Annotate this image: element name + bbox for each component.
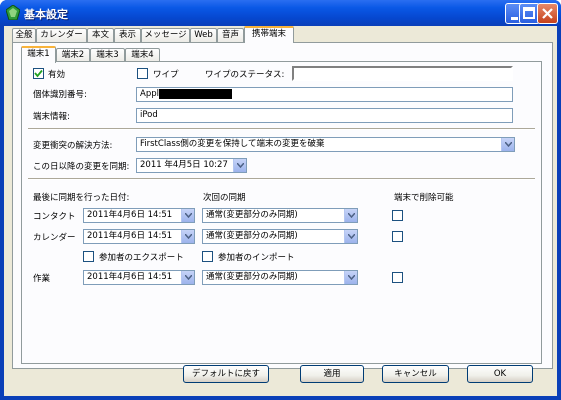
chevron-down-icon[interactable] [344, 209, 357, 222]
calendar-next-sync-value: 通常(変更部分のみ同期) [206, 231, 298, 241]
contacts-last-sync-select[interactable]: 2011年4月6日 14:51 [83, 208, 195, 223]
device-1-panel: 有効 ワイプ ワイプのステータス: 個体識別番号: Appl 端末情報: iPo… [21, 61, 542, 364]
contacts-label: コンタクト [33, 212, 76, 222]
conflict-resolution-select[interactable]: FirstClass側の変更を保持して端末の変更を破棄 [136, 137, 515, 152]
chevron-down-icon[interactable] [344, 271, 357, 284]
app-icon [5, 4, 21, 21]
tab-device-1[interactable]: 端末1 [21, 46, 56, 63]
window-frame-bottom [0, 396, 561, 400]
wipe-status-field [292, 66, 513, 81]
sync-after-value: 2011 年4月5日 10:27 [140, 160, 228, 170]
close-button[interactable] [537, 3, 558, 24]
dialog-client: 全般 カレンダー 本文 表示 メッセージ Web 音声 携帯端末 端末1 端末2… [4, 26, 557, 396]
tab-device-2[interactable]: 端末2 [56, 48, 90, 62]
enabled-label: 有効 [48, 70, 66, 80]
separator [28, 128, 535, 130]
redaction-bar [159, 89, 232, 99]
chevron-down-icon[interactable] [501, 138, 514, 151]
tasks-last-sync-value: 2011年4月6日 14:51 [87, 272, 173, 282]
chevron-down-icon[interactable] [181, 230, 194, 243]
tasks-next-sync-select[interactable]: 通常(変更部分のみ同期) [202, 270, 358, 285]
restore-defaults-button[interactable]: デフォルトに戻す [183, 365, 269, 383]
chevron-down-icon[interactable] [181, 209, 194, 222]
calendar-last-sync-value: 2011年4月6日 14:51 [87, 231, 173, 241]
wipe-status-label: ワイプのステータス: [205, 70, 285, 80]
tab-display[interactable]: 表示 [114, 28, 141, 42]
export-attendees-checkbox[interactable] [83, 251, 94, 262]
tab-body[interactable]: 本文 [87, 28, 114, 42]
window-frame-right [557, 26, 561, 400]
conflict-resolution-value: FirstClass側の変更を保持して端末の変更を破棄 [140, 139, 325, 149]
window-title: 基本設定 [24, 8, 68, 21]
sync-after-select[interactable]: 2011 年4月5日 10:27 [136, 158, 247, 173]
enabled-checkbox[interactable] [33, 68, 44, 79]
tab-general[interactable]: 全般 [12, 28, 36, 42]
calendar-deletable-checkbox[interactable] [392, 231, 403, 242]
tab-web[interactable]: Web [190, 28, 217, 42]
chevron-down-icon[interactable] [181, 271, 194, 284]
device-id-value: Appl [140, 89, 159, 99]
chevron-down-icon[interactable] [344, 230, 357, 243]
next-sync-header: 次回の同期 [203, 193, 246, 203]
device-id-label: 個体識別番号: [33, 90, 87, 100]
calendar-next-sync-select[interactable]: 通常(変更部分のみ同期) [202, 229, 358, 244]
import-attendees-checkbox[interactable] [202, 251, 213, 262]
wipe-checkbox[interactable] [137, 68, 148, 79]
last-sync-header: 最後に同期を行った日付: [33, 193, 130, 203]
tasks-last-sync-select[interactable]: 2011年4月6日 14:51 [83, 270, 195, 285]
device-info-label: 端末情報: [33, 112, 70, 122]
sync-after-label: この日以降の変更を同期: [33, 162, 130, 172]
tasks-next-sync-value: 通常(変更部分のみ同期) [206, 272, 298, 282]
tasks-deletable-checkbox[interactable] [392, 272, 403, 283]
apply-button[interactable]: 適用 [300, 365, 364, 383]
tab-calendar[interactable]: カレンダー [36, 28, 87, 42]
deletable-header: 端末で削除可能 [394, 193, 454, 203]
tab-mobile-device[interactable]: 携帯端末 [244, 26, 294, 43]
calendar-label: カレンダー [33, 233, 76, 243]
calendar-last-sync-select[interactable]: 2011年4月6日 14:51 [83, 229, 195, 244]
conflict-resolution-label: 変更衝突の解決方法: [33, 141, 113, 151]
contacts-last-sync-value: 2011年4月6日 14:51 [87, 210, 173, 220]
settings-window: 基本設定 全般 カレンダー 本文 表示 メッセージ Web 音声 携帯端末 端末… [0, 0, 561, 400]
tab-audio[interactable]: 音声 [217, 28, 244, 42]
wipe-label: ワイプ [153, 70, 179, 80]
title-bar[interactable]: 基本設定 [0, 0, 561, 26]
tab-device-3[interactable]: 端末3 [90, 48, 125, 62]
mobile-device-panel: 端末1 端末2 端末3 端末4 有効 ワイプ ワイプのステータス: 個体識別番号… [12, 42, 553, 369]
export-attendees-label: 参加者のエクスポート [99, 253, 184, 263]
tasks-label: 作業 [33, 274, 51, 284]
separator [28, 178, 535, 180]
tab-device-4[interactable]: 端末4 [125, 48, 160, 62]
contacts-deletable-checkbox[interactable] [392, 210, 403, 221]
contacts-next-sync-value: 通常(変更部分のみ同期) [206, 210, 298, 220]
chevron-down-icon[interactable] [233, 159, 246, 172]
import-attendees-label: 参加者のインポート [218, 253, 295, 263]
cancel-button[interactable]: キャンセル [382, 365, 449, 383]
device-info-field[interactable]: iPod [136, 108, 513, 123]
tab-message[interactable]: メッセージ [141, 28, 190, 42]
ok-button[interactable]: OK [467, 365, 533, 383]
contacts-next-sync-select[interactable]: 通常(変更部分のみ同期) [202, 208, 358, 223]
